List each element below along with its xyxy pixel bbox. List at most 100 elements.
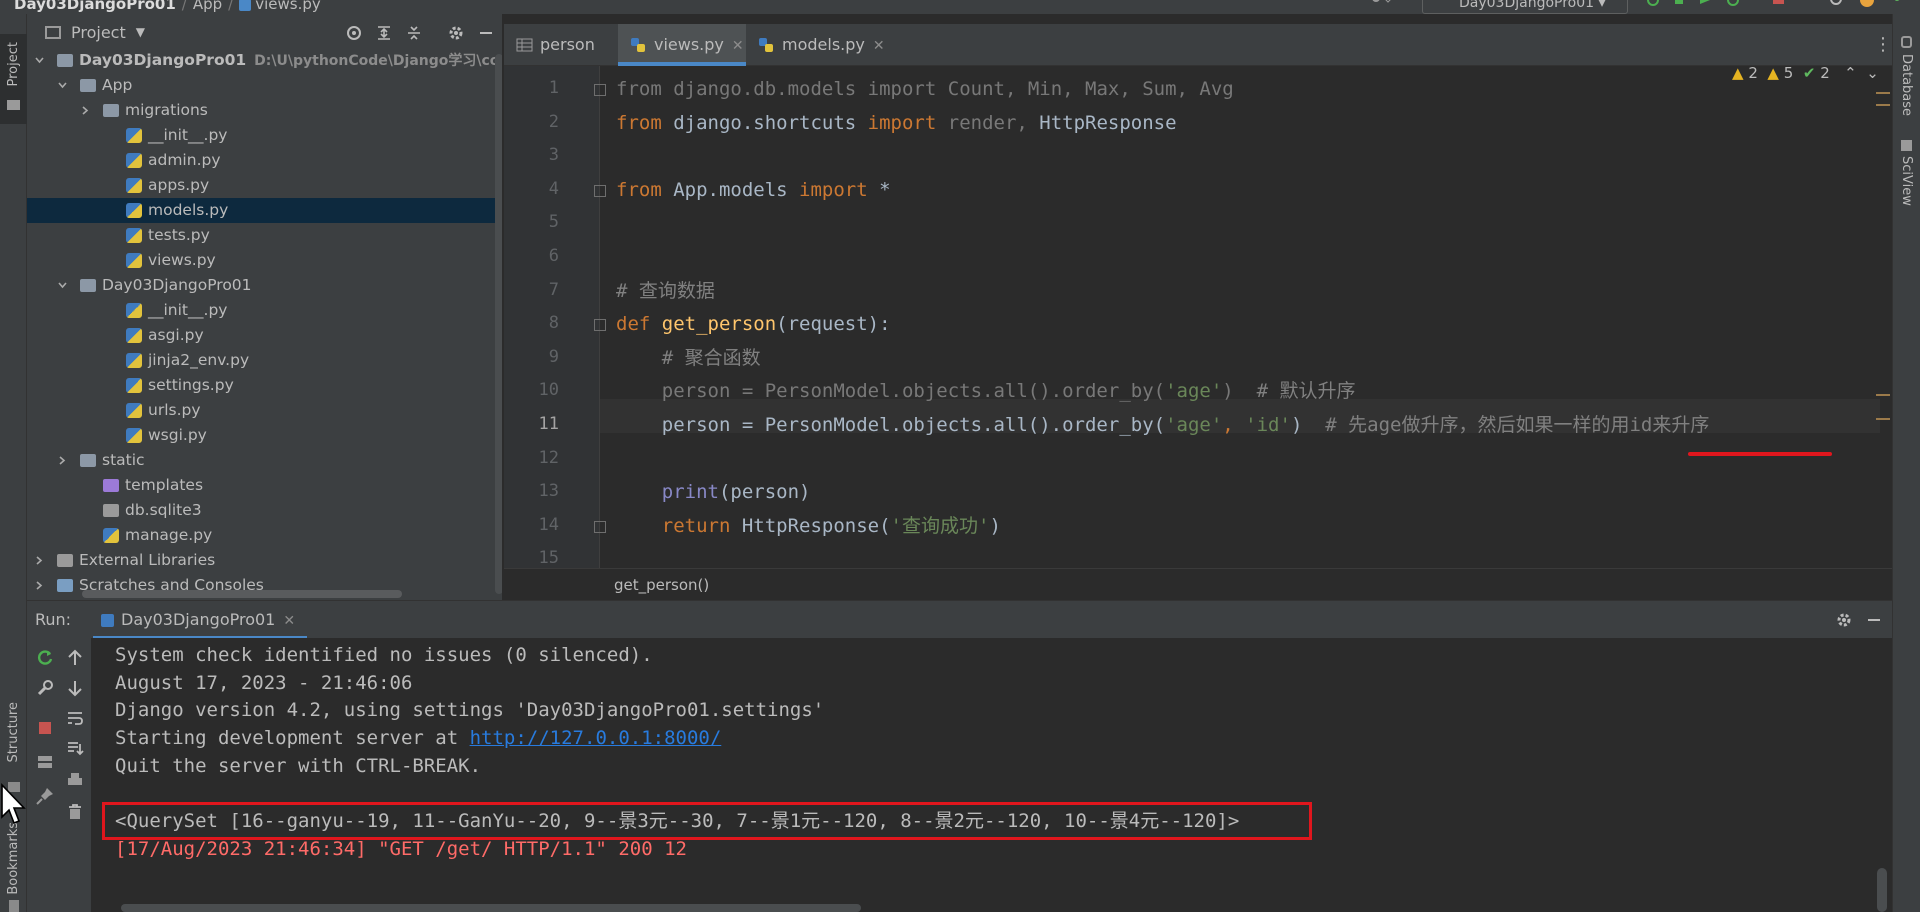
- rerun-icon[interactable]: [35, 648, 55, 668]
- locate-icon[interactable]: [345, 24, 363, 42]
- run-tab-day03djangopro01[interactable]: Day03DjangoPro01 ✕: [93, 601, 308, 639]
- code-token: from: [616, 111, 662, 134]
- structure-tool-tab[interactable]: Structure: [6, 702, 21, 762]
- tree-item[interactable]: __init__.py: [27, 123, 502, 148]
- project-view-select[interactable]: Project: [71, 23, 126, 42]
- collapse-all-icon[interactable]: [405, 24, 423, 42]
- profile-icon[interactable]: [1726, 0, 1740, 10]
- tree-item[interactable]: Day03DjangoPro01: [27, 273, 502, 298]
- tab-person[interactable]: person: [504, 24, 618, 66]
- console-horizontal-scrollbar[interactable]: [121, 904, 861, 912]
- minimize-icon[interactable]: [477, 24, 495, 42]
- close-icon[interactable]: ✕: [732, 38, 744, 54]
- close-icon[interactable]: ✕: [283, 613, 295, 629]
- server-url-link[interactable]: http://127.0.0.1:8000/: [470, 727, 722, 749]
- code-line: # 聚合函数: [616, 343, 761, 373]
- tree-item[interactable]: templates: [27, 473, 502, 498]
- print-icon[interactable]: [65, 770, 85, 790]
- layout-icon[interactable]: [35, 752, 55, 772]
- expand-all-icon[interactable]: [375, 24, 393, 42]
- tree-item[interactable]: manage.py: [27, 523, 502, 548]
- scroll-marker[interactable]: [1876, 418, 1890, 420]
- gear-icon[interactable]: [447, 24, 465, 42]
- tree-item-label: urls.py: [148, 401, 201, 419]
- chevron-right-icon[interactable]: [81, 106, 90, 115]
- chevron-down-icon[interactable]: ⌄: [1866, 64, 1879, 82]
- stop-icon[interactable]: [35, 718, 55, 738]
- trash-icon[interactable]: [65, 802, 85, 822]
- nav-folder[interactable]: App: [193, 0, 222, 13]
- pin-icon[interactable]: [35, 786, 55, 806]
- code-token: *: [867, 178, 891, 201]
- search-icon[interactable]: [1830, 0, 1844, 10]
- tree-item[interactable]: asgi.py: [27, 323, 502, 348]
- tree-item[interactable]: views.py: [27, 248, 502, 273]
- update-icon[interactable]: [1860, 0, 1874, 10]
- inspection-widget[interactable]: ▲ 2 ▲ 5 ✔ 2 ⌃ ⌄: [1732, 64, 1879, 82]
- chevron-up-icon[interactable]: ⌃: [1844, 64, 1857, 82]
- scroll-marker[interactable]: [1876, 394, 1890, 396]
- chevron-right-icon[interactable]: [35, 556, 44, 565]
- code-area[interactable]: from django.db.models import Count, Min,…: [600, 66, 1880, 568]
- project-tool-tab[interactable]: Project: [0, 34, 27, 124]
- tree-item[interactable]: urls.py: [27, 398, 502, 423]
- scroll-marker[interactable]: [1876, 92, 1890, 94]
- soft-wrap-icon[interactable]: [65, 708, 85, 728]
- user-icon[interactable]: [1368, 0, 1394, 10]
- more-tabs-icon[interactable]: ⋮: [1874, 34, 1892, 55]
- breadcrumb-function[interactable]: get_person(): [614, 576, 709, 594]
- chevron-right-icon[interactable]: [35, 581, 44, 590]
- chevron-down-icon[interactable]: [35, 56, 44, 65]
- scroll-to-end-icon[interactable]: [65, 738, 85, 758]
- table-icon: [516, 38, 533, 52]
- tree-item[interactable]: apps.py: [27, 173, 502, 198]
- console-vertical-scrollbar[interactable]: [1877, 868, 1887, 912]
- nav-project[interactable]: Day03DjangoPro01: [14, 0, 176, 13]
- console-output[interactable]: System check identified no issues (0 sil…: [91, 638, 1892, 912]
- arrow-up-icon[interactable]: [65, 648, 85, 668]
- rerun-icon[interactable]: [1646, 0, 1660, 10]
- code-line: from App.models import *: [616, 175, 891, 205]
- chevron-down-icon[interactable]: [58, 281, 67, 290]
- arrow-down-icon[interactable]: [65, 678, 85, 698]
- python-file-icon: [759, 38, 773, 52]
- tree-vertical-scrollbar[interactable]: [495, 54, 502, 594]
- stop-icon[interactable]: [1772, 0, 1786, 10]
- code-token: 'id': [1245, 414, 1291, 436]
- editor-breadcrumb-bar: get_person(): [504, 568, 1892, 600]
- tree-item[interactable]: wsgi.py: [27, 423, 502, 448]
- chevron-right-icon[interactable]: [58, 456, 67, 465]
- chevron-down-icon[interactable]: [58, 81, 67, 90]
- tree-item[interactable]: App: [27, 73, 502, 98]
- tab-views-py[interactable]: views.py ✕: [618, 24, 746, 66]
- minimize-icon[interactable]: [1865, 611, 1883, 629]
- close-icon[interactable]: ✕: [873, 38, 885, 54]
- run-configuration-select[interactable]: Day03DjangoPro01 ▾: [1422, 0, 1628, 14]
- tab-models-py[interactable]: models.py ✕: [746, 24, 886, 66]
- chevron-down-icon[interactable]: ▼: [136, 25, 145, 39]
- tree-item[interactable]: External Libraries: [27, 548, 502, 573]
- database-tool-tab[interactable]: Database: [1899, 54, 1914, 116]
- tree-item[interactable]: models.py: [27, 198, 502, 223]
- sciview-tool-tab[interactable]: SciView: [1899, 156, 1914, 206]
- tree-item[interactable]: migrations: [27, 98, 502, 123]
- tree-horizontal-scrollbar[interactable]: [82, 590, 402, 598]
- tree-item[interactable]: jinja2_env.py: [27, 348, 502, 373]
- tree-item[interactable]: Day03DjangoPro01 D:\U\pythonCode\Django学习…: [27, 48, 502, 73]
- nav-file[interactable]: views.py: [255, 0, 321, 13]
- code-token: ,: [1222, 414, 1246, 436]
- coverage-icon[interactable]: [1698, 0, 1712, 10]
- tree-item[interactable]: __init__.py: [27, 298, 502, 323]
- wrench-icon[interactable]: [35, 678, 55, 698]
- debug-icon[interactable]: [1672, 0, 1686, 10]
- tree-item[interactable]: settings.py: [27, 373, 502, 398]
- tree-item[interactable]: db.sqlite3: [27, 498, 502, 523]
- tree-item[interactable]: static: [27, 448, 502, 473]
- line-number: 2: [548, 111, 559, 132]
- plugin-icon[interactable]: [1890, 0, 1904, 10]
- tree-item[interactable]: tests.py: [27, 223, 502, 248]
- bookmarks-tool-tab[interactable]: Bookmarks: [6, 822, 21, 895]
- scroll-marker[interactable]: [1876, 104, 1890, 106]
- tree-item[interactable]: admin.py: [27, 148, 502, 173]
- gear-icon[interactable]: [1835, 611, 1853, 629]
